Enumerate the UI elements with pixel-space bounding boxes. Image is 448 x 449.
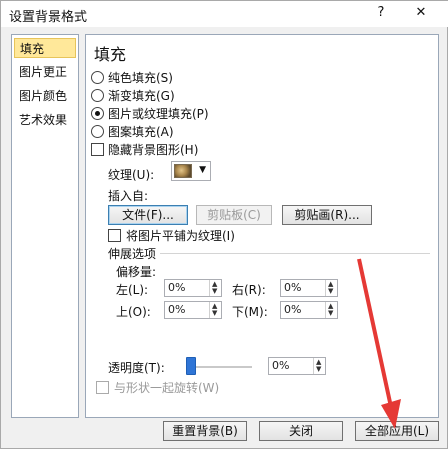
panel-heading: 填充 — [94, 45, 127, 64]
offset-top-spin-arrows[interactable]: ▲ ▼ — [209, 302, 221, 318]
category-sidebar: 填充 图片更正 图片颜色 艺术效果 — [11, 34, 79, 418]
transparency-value: 0% — [272, 359, 290, 372]
offset-right-value: 0% — [284, 281, 302, 294]
clipart-button[interactable]: 剪贴画(R)... — [282, 205, 372, 225]
offset-left-stepper[interactable]: 0% ▲ ▼ — [164, 279, 222, 297]
offset-right-label: 右(R): — [232, 283, 266, 297]
picture-texture-fill-label[interactable]: 图片或纹理填充(P) — [108, 105, 209, 122]
gradient-fill-radio[interactable] — [91, 89, 104, 102]
texture-swatch — [174, 164, 192, 178]
offset-top-label: 上(O): — [116, 305, 151, 319]
offset-bottom-spin-arrows[interactable]: ▲ ▼ — [325, 302, 337, 318]
offset-left-label: 左(L): — [116, 283, 149, 297]
close-button[interactable]: 关闭 — [259, 421, 343, 441]
section-divider — [160, 253, 430, 254]
hide-background-graphics-label[interactable]: 隐藏背景图形(H) — [108, 141, 198, 158]
hide-background-graphics-checkbox[interactable] — [91, 143, 104, 156]
picture-texture-fill-radio[interactable] — [91, 107, 104, 120]
pattern-fill-label[interactable]: 图案填充(A) — [108, 123, 174, 140]
offset-left-value: 0% — [168, 281, 186, 294]
close-icon[interactable]: ✕ — [413, 5, 429, 20]
tile-as-texture-checkbox[interactable] — [108, 229, 121, 242]
stretch-options-label: 伸展选项 — [108, 247, 157, 261]
solid-fill-radio[interactable] — [91, 71, 104, 84]
transparency-stepper[interactable]: 0% ▲ ▼ — [268, 357, 326, 375]
title-bar[interactable]: 设置背景格式 ? ✕ — [1, 1, 448, 27]
offset-top-value: 0% — [168, 303, 186, 316]
texture-label: 纹理(U): — [108, 168, 155, 182]
solid-fill-label[interactable]: 纯色填充(S) — [108, 69, 173, 86]
insert-from-label: 插入自: — [108, 189, 149, 203]
texture-dropdown[interactable]: ▼ — [171, 161, 211, 181]
transparency-spin-arrows[interactable]: ▲ ▼ — [313, 358, 325, 374]
reset-background-button[interactable]: 重置背景(B) — [163, 421, 247, 441]
help-icon[interactable]: ? — [373, 5, 389, 20]
offset-bottom-stepper[interactable]: 0% ▲ ▼ — [280, 301, 338, 319]
offset-right-spin-arrows[interactable]: ▲ ▼ — [325, 280, 337, 296]
tile-as-texture-label[interactable]: 将图片平铺为纹理(I) — [126, 227, 235, 244]
transparency-label: 透明度(T): — [108, 361, 165, 375]
offset-top-stepper[interactable]: 0% ▲ ▼ — [164, 301, 222, 319]
annotation-arrow — [357, 258, 401, 429]
dialog-title: 设置背景格式 — [9, 10, 88, 25]
offset-label: 偏移量: — [116, 265, 157, 279]
transparency-slider-thumb[interactable] — [186, 357, 196, 375]
file-button[interactable]: 文件(F)... — [108, 205, 188, 225]
offset-right-stepper[interactable]: 0% ▲ ▼ — [280, 279, 338, 297]
gradient-fill-label[interactable]: 渐变填充(G) — [108, 87, 175, 104]
offset-bottom-label: 下(M): — [232, 305, 268, 319]
chevron-down-icon: ▼ — [199, 165, 206, 175]
clipboard-button[interactable]: 剪贴板(C) — [196, 205, 272, 225]
rotate-with-shape-checkbox[interactable] — [96, 381, 109, 394]
pattern-fill-radio[interactable] — [91, 125, 104, 138]
rotate-with-shape-label[interactable]: 与形状一起旋转(W) — [114, 379, 219, 396]
sidebar-item-picture-color[interactable]: 图片颜色 — [14, 86, 76, 106]
offset-left-spin-arrows[interactable]: ▲ ▼ — [209, 280, 221, 296]
format-background-dialog: 设置背景格式 ? ✕ 填充 图片更正 图片颜色 艺术效果 填充 纯色填充(S) … — [0, 0, 448, 449]
sidebar-item-picture-corrections[interactable]: 图片更正 — [14, 62, 76, 82]
offset-bottom-value: 0% — [284, 303, 302, 316]
sidebar-item-artistic-effects[interactable]: 艺术效果 — [14, 110, 76, 130]
sidebar-item-fill[interactable]: 填充 — [14, 38, 76, 58]
